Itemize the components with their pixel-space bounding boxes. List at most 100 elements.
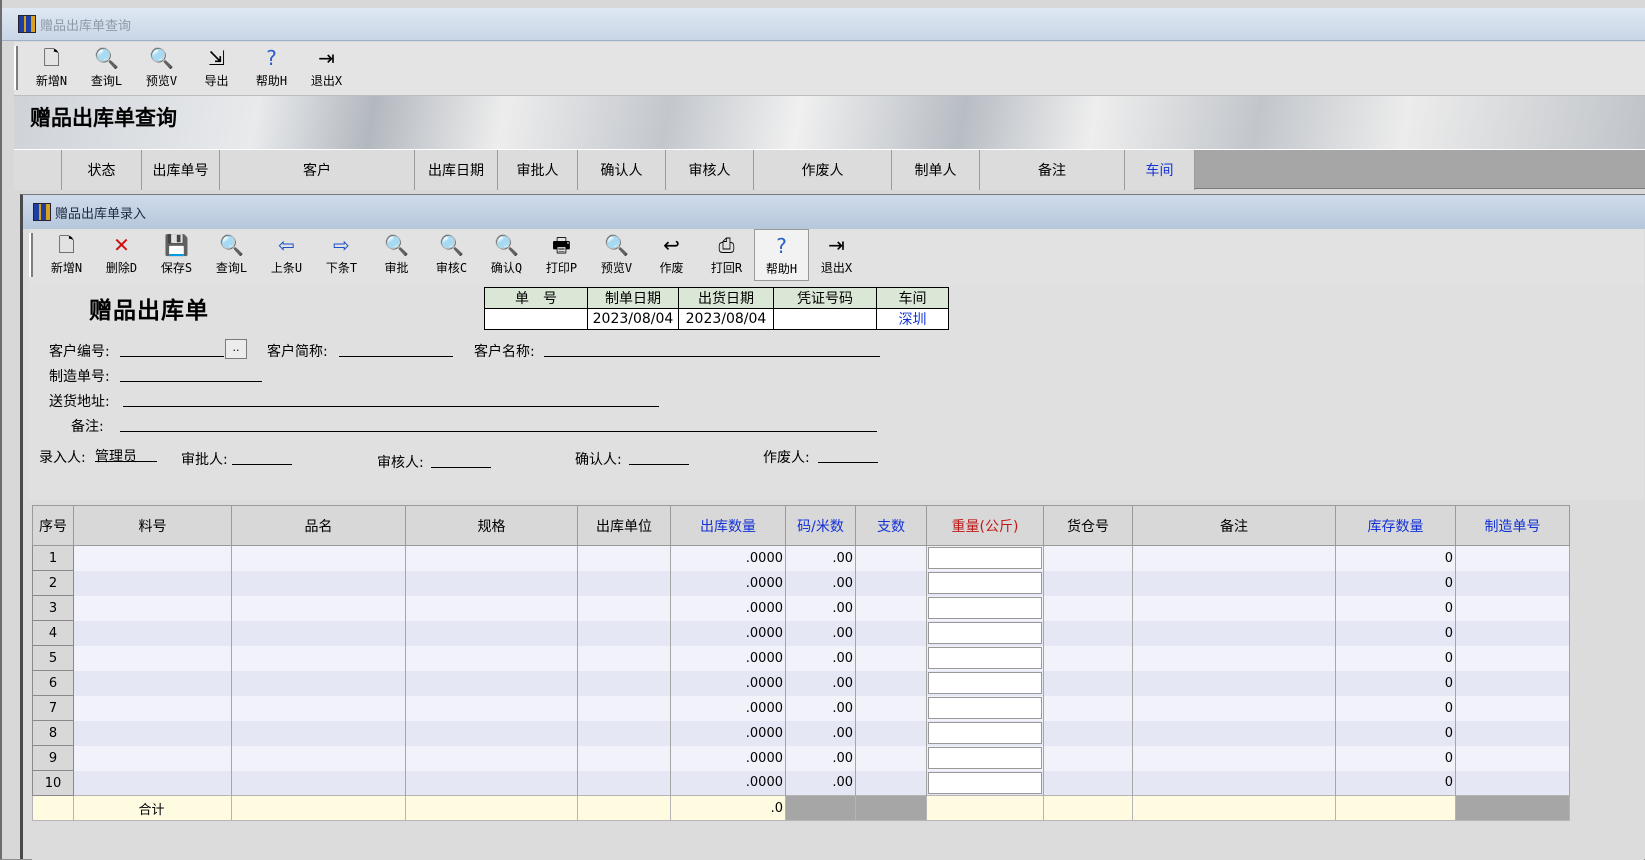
weight-cell[interactable] (926, 620, 1044, 646)
grid-cell[interactable] (855, 770, 927, 796)
yards-cell[interactable]: .00 (785, 745, 856, 771)
weight-input[interactable] (928, 697, 1042, 719)
grid-col-header-5[interactable]: 出库数量 (670, 505, 786, 546)
grid-col-header-6[interactable]: 码/米数 (785, 505, 856, 546)
yards-cell[interactable]: .00 (785, 595, 856, 621)
table-row[interactable]: 4 .0000.00 0 (32, 620, 1570, 646)
query-button-3[interactable]: ⇲ 导出 (189, 42, 244, 94)
qty-cell[interactable]: .0000 (670, 745, 786, 771)
weight-input[interactable] (928, 722, 1042, 744)
grid-cell[interactable] (855, 595, 927, 621)
weight-input[interactable] (928, 747, 1042, 769)
grid-cell[interactable] (73, 620, 232, 646)
grid-col-header-10[interactable]: 备注 (1132, 505, 1336, 546)
weight-cell[interactable] (926, 745, 1044, 771)
entry-button-1[interactable]: ✕ 删除D (94, 229, 149, 281)
grid-cell[interactable] (1043, 620, 1133, 646)
query-button-4[interactable]: ? 帮助H (244, 42, 299, 94)
grid-cell[interactable] (855, 720, 927, 746)
info-create-date[interactable]: 2023/08/04 (587, 308, 679, 330)
grid-cell[interactable] (231, 620, 406, 646)
grid-cell[interactable] (1132, 720, 1336, 746)
entry-button-10[interactable]: 🔍 预览V (589, 229, 644, 281)
grid-col-header-8[interactable]: 重量(公斤) (926, 505, 1044, 546)
grid-cell[interactable] (1132, 620, 1336, 646)
info-ship-date[interactable]: 2023/08/04 (678, 308, 774, 330)
grid-cell[interactable] (405, 570, 578, 596)
entry-button-14[interactable]: ⇥ 退出X (809, 229, 864, 281)
weight-input[interactable] (928, 597, 1042, 619)
grid-cell[interactable] (405, 770, 578, 796)
grid-cell[interactable] (1455, 595, 1570, 621)
grid-cell[interactable] (231, 645, 406, 671)
grid-cell[interactable] (1043, 595, 1133, 621)
grid-cell[interactable] (1132, 770, 1336, 796)
grid-cell[interactable] (1455, 720, 1570, 746)
yards-cell[interactable]: .00 (785, 670, 856, 696)
grid-cell[interactable] (1455, 570, 1570, 596)
grid-col-header-9[interactable]: 货仓号 (1043, 505, 1133, 546)
table-row[interactable]: 3 .0000.00 0 (32, 595, 1570, 621)
grid-cell[interactable] (1132, 545, 1336, 571)
weight-cell[interactable] (926, 545, 1044, 571)
grid-cell[interactable] (855, 695, 927, 721)
weight-cell[interactable] (926, 645, 1044, 671)
stock-cell[interactable]: 0 (1335, 545, 1456, 571)
query-button-1[interactable]: 🔍 查询L (79, 42, 134, 94)
grid-cell[interactable] (231, 745, 406, 771)
qty-cell[interactable]: .0000 (670, 570, 786, 596)
weight-input[interactable] (928, 771, 1042, 794)
toolbar-grip[interactable] (29, 233, 33, 277)
query-col-header-7[interactable]: 审核人 (666, 150, 754, 190)
grid-cell[interactable] (1132, 570, 1336, 596)
stock-cell[interactable]: 0 (1335, 645, 1456, 671)
table-row[interactable]: 9 .0000.00 0 (32, 745, 1570, 771)
stock-cell[interactable]: 0 (1335, 695, 1456, 721)
grid-cell[interactable] (577, 745, 671, 771)
grid-cell[interactable] (577, 695, 671, 721)
stock-cell[interactable]: 0 (1335, 770, 1456, 796)
grid-cell[interactable] (405, 695, 578, 721)
entry-button-9[interactable]: 🖶 打印P (534, 229, 589, 281)
grid-cell[interactable] (405, 545, 578, 571)
weight-input[interactable] (928, 672, 1042, 694)
grid-cell[interactable] (73, 670, 232, 696)
query-col-header-5[interactable]: 审批人 (498, 150, 578, 190)
qty-cell[interactable]: .0000 (670, 545, 786, 571)
yards-cell[interactable]: .00 (785, 620, 856, 646)
grid-cell[interactable] (577, 620, 671, 646)
table-row[interactable]: 5 .0000.00 0 (32, 645, 1570, 671)
grid-cell[interactable] (1132, 595, 1336, 621)
grid-cell[interactable] (73, 695, 232, 721)
customer-name-field[interactable] (544, 341, 880, 357)
entry-button-7[interactable]: 🔍 审核C (424, 229, 479, 281)
weight-input[interactable] (928, 547, 1042, 570)
grid-cell[interactable] (1043, 770, 1133, 796)
grid-cell[interactable] (577, 645, 671, 671)
grid-cell[interactable] (855, 745, 927, 771)
entry-button-12[interactable]: ⎙ 打回R (699, 229, 754, 281)
table-row[interactable]: 2 .0000.00 0 (32, 570, 1570, 596)
grid-cell[interactable] (1455, 745, 1570, 771)
yards-cell[interactable]: .00 (785, 695, 856, 721)
grid-cell[interactable] (73, 570, 232, 596)
grid-cell[interactable] (73, 645, 232, 671)
grid-cell[interactable] (73, 745, 232, 771)
toolbar-grip[interactable] (14, 46, 18, 90)
query-col-header-9[interactable]: 制单人 (892, 150, 980, 190)
grid-cell[interactable] (231, 545, 406, 571)
grid-cell[interactable] (405, 595, 578, 621)
stock-cell[interactable]: 0 (1335, 745, 1456, 771)
grid-cell[interactable] (405, 745, 578, 771)
grid-cell[interactable] (1132, 670, 1336, 696)
grid-col-header-7[interactable]: 支数 (855, 505, 927, 546)
customer-browse-button[interactable]: .. (225, 339, 247, 359)
grid-cell[interactable] (73, 770, 232, 796)
weight-cell[interactable] (926, 720, 1044, 746)
grid-cell[interactable] (405, 645, 578, 671)
grid-cell[interactable] (231, 720, 406, 746)
yards-cell[interactable]: .00 (785, 770, 856, 796)
weight-cell[interactable] (926, 570, 1044, 596)
query-window-titlebar[interactable]: 赠品出库单查询 (2, 8, 1645, 41)
entry-button-5[interactable]: ⇨ 下条T (314, 229, 369, 281)
